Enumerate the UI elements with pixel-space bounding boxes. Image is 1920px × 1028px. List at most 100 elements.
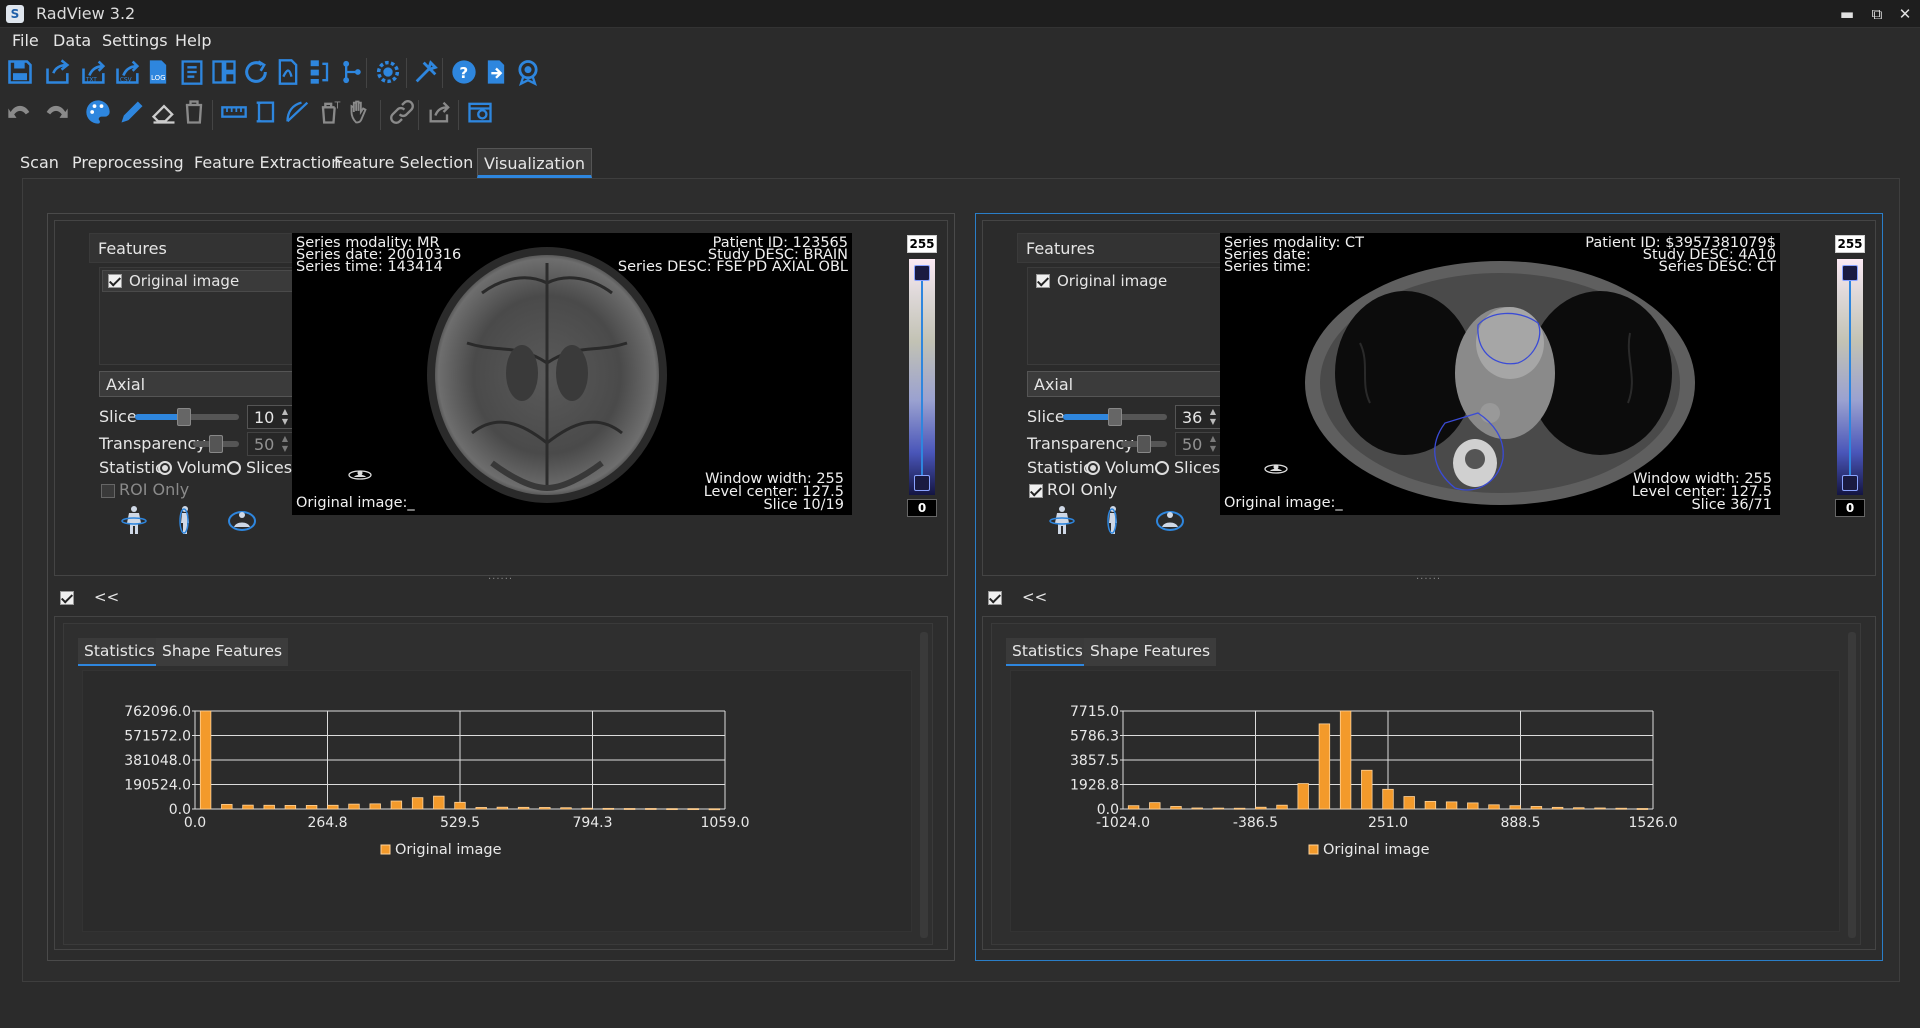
colorbar-min-handle[interactable]: [1842, 475, 1858, 491]
help-icon[interactable]: ?: [448, 56, 480, 88]
menu-help[interactable]: Help: [175, 31, 211, 50]
vertical-scrollbar[interactable]: [1848, 632, 1856, 938]
tab-shape-features[interactable]: Shape Features: [1084, 638, 1217, 666]
image-viewport[interactable]: Series modality: CT Series date: Series …: [1220, 233, 1780, 515]
slice-slider-handle[interactable]: [176, 408, 191, 426]
slices-radio[interactable]: [227, 461, 241, 475]
tab-visualization[interactable]: Visualization: [477, 148, 593, 178]
collapse-button[interactable]: <<: [94, 588, 119, 606]
vertical-scrollbar[interactable]: [920, 632, 928, 938]
tab-preprocessing[interactable]: Preprocessing: [66, 148, 190, 178]
maximize-button[interactable]: ⧉: [1866, 4, 1888, 24]
feature-checkbox[interactable]: [108, 274, 122, 288]
log-icon[interactable]: LOG: [142, 56, 174, 88]
export-csv-icon[interactable]: CSV: [112, 56, 144, 88]
slice-slider-handle[interactable]: [1108, 408, 1122, 426]
app-logo-icon: S: [6, 5, 24, 23]
delete-icon[interactable]: [178, 96, 210, 128]
view-select-value: Axial: [106, 375, 146, 394]
show-histogram-checkbox[interactable]: [988, 591, 1002, 605]
stepper-arrows-icon[interactable]: ▲ ▼: [279, 434, 291, 454]
histogram-bar: [221, 803, 233, 810]
y-tick-label: 1928.8: [1070, 778, 1119, 794]
colorbar-max-handle[interactable]: [1842, 265, 1858, 281]
transparency-slider-handle[interactable]: [1137, 435, 1151, 453]
sagittal-view-icon[interactable]: [1095, 503, 1129, 537]
volume-radio[interactable]: [1086, 461, 1100, 475]
exit-icon[interactable]: [480, 56, 512, 88]
flowchart-icon[interactable]: [304, 56, 336, 88]
tab-statistics[interactable]: Statistics: [78, 638, 161, 666]
roi-only-checkbox[interactable]: [101, 484, 115, 498]
histogram-bar: [1339, 710, 1352, 810]
report-icon[interactable]: [176, 56, 208, 88]
legend-swatch: [380, 844, 391, 855]
screenshot-icon[interactable]: [464, 96, 496, 128]
slices-radio[interactable]: [1155, 461, 1169, 475]
protractor-icon[interactable]: [282, 96, 314, 128]
colorbar-min-handle[interactable]: [914, 475, 930, 491]
close-button[interactable]: ✕: [1894, 4, 1916, 24]
feature-checkbox[interactable]: [1036, 274, 1050, 288]
tree-icon[interactable]: [336, 56, 368, 88]
list-item[interactable]: Original image: [102, 270, 322, 292]
eraser-icon[interactable]: [148, 96, 180, 128]
axial-view-icon[interactable]: [1153, 503, 1187, 537]
splitter-handle[interactable]: ······: [1416, 574, 1441, 585]
crop-icon[interactable]: [250, 96, 282, 128]
tab-scan[interactable]: Scan: [14, 148, 65, 178]
minimize-button[interactable]: ▬: [1836, 4, 1858, 24]
hand-icon[interactable]: [346, 96, 378, 128]
tab-statistics[interactable]: Statistics: [1006, 638, 1089, 666]
transparency-stepper[interactable]: 50 ▲ ▼: [247, 432, 293, 456]
stepper-arrows-icon[interactable]: ▲ ▼: [279, 407, 291, 427]
save-icon[interactable]: [4, 56, 36, 88]
collapse-button[interactable]: <<: [1022, 588, 1047, 606]
tab-shape-features[interactable]: Shape Features: [156, 638, 289, 666]
slice-stepper[interactable]: 10 ▲ ▼: [247, 405, 293, 429]
award-icon[interactable]: [512, 56, 544, 88]
palette-icon[interactable]: [82, 96, 114, 128]
delete-text-icon[interactable]: T: [314, 96, 346, 128]
open-icon[interactable]: [42, 56, 74, 88]
pdf-icon[interactable]: [272, 56, 304, 88]
stepper-arrows-icon[interactable]: ▲ ▼: [1207, 407, 1219, 427]
stepper-arrows-icon[interactable]: ▲ ▼: [1207, 434, 1219, 454]
image-viewport[interactable]: Series modality: MR Series date: 2001031…: [292, 233, 852, 515]
menu-data[interactable]: Data: [53, 31, 91, 50]
list-item[interactable]: Original image: [1030, 270, 1250, 292]
menu-settings[interactable]: Settings: [102, 31, 168, 50]
splitter-handle[interactable]: ······: [488, 574, 513, 585]
coronal-view-icon[interactable]: [1045, 503, 1079, 537]
histogram-bar: [539, 807, 551, 810]
transparency-stepper[interactable]: 50 ▲ ▼: [1175, 432, 1221, 456]
roi-only-checkbox[interactable]: [1029, 484, 1043, 498]
histogram-bar: [1445, 801, 1458, 810]
window-title: RadView 3.2: [36, 4, 136, 23]
refresh-icon[interactable]: [240, 56, 272, 88]
menu-file[interactable]: File: [12, 31, 39, 50]
x-tick-label: 251.0: [1368, 815, 1408, 831]
link-icon[interactable]: [386, 96, 418, 128]
undo-icon[interactable]: [4, 96, 36, 128]
colorbar-max-handle[interactable]: [914, 265, 930, 281]
axial-view-icon[interactable]: [225, 503, 259, 537]
share-icon[interactable]: [424, 96, 456, 128]
redo-icon[interactable]: [40, 96, 72, 128]
settings-icon[interactable]: [372, 56, 404, 88]
tab-feature-extraction[interactable]: Feature Extraction: [188, 148, 347, 178]
tab-feature-selection[interactable]: Feature Selection: [328, 148, 479, 178]
export-icon[interactable]: TXT: [78, 56, 110, 88]
transparency-slider-handle[interactable]: [209, 435, 223, 453]
show-histogram-checkbox[interactable]: [60, 591, 74, 605]
histogram-bar: [1149, 802, 1161, 810]
layout-icon[interactable]: [208, 56, 240, 88]
pencil-icon[interactable]: [116, 96, 148, 128]
ruler-icon[interactable]: [218, 96, 250, 128]
tools-icon[interactable]: [410, 56, 442, 88]
slice-stepper[interactable]: 36 ▲ ▼: [1175, 405, 1221, 429]
coronal-view-icon[interactable]: [117, 503, 151, 537]
sagittal-view-icon[interactable]: [167, 503, 201, 537]
volume-radio[interactable]: [158, 461, 172, 475]
x-tick-label: 1059.0: [701, 815, 750, 831]
